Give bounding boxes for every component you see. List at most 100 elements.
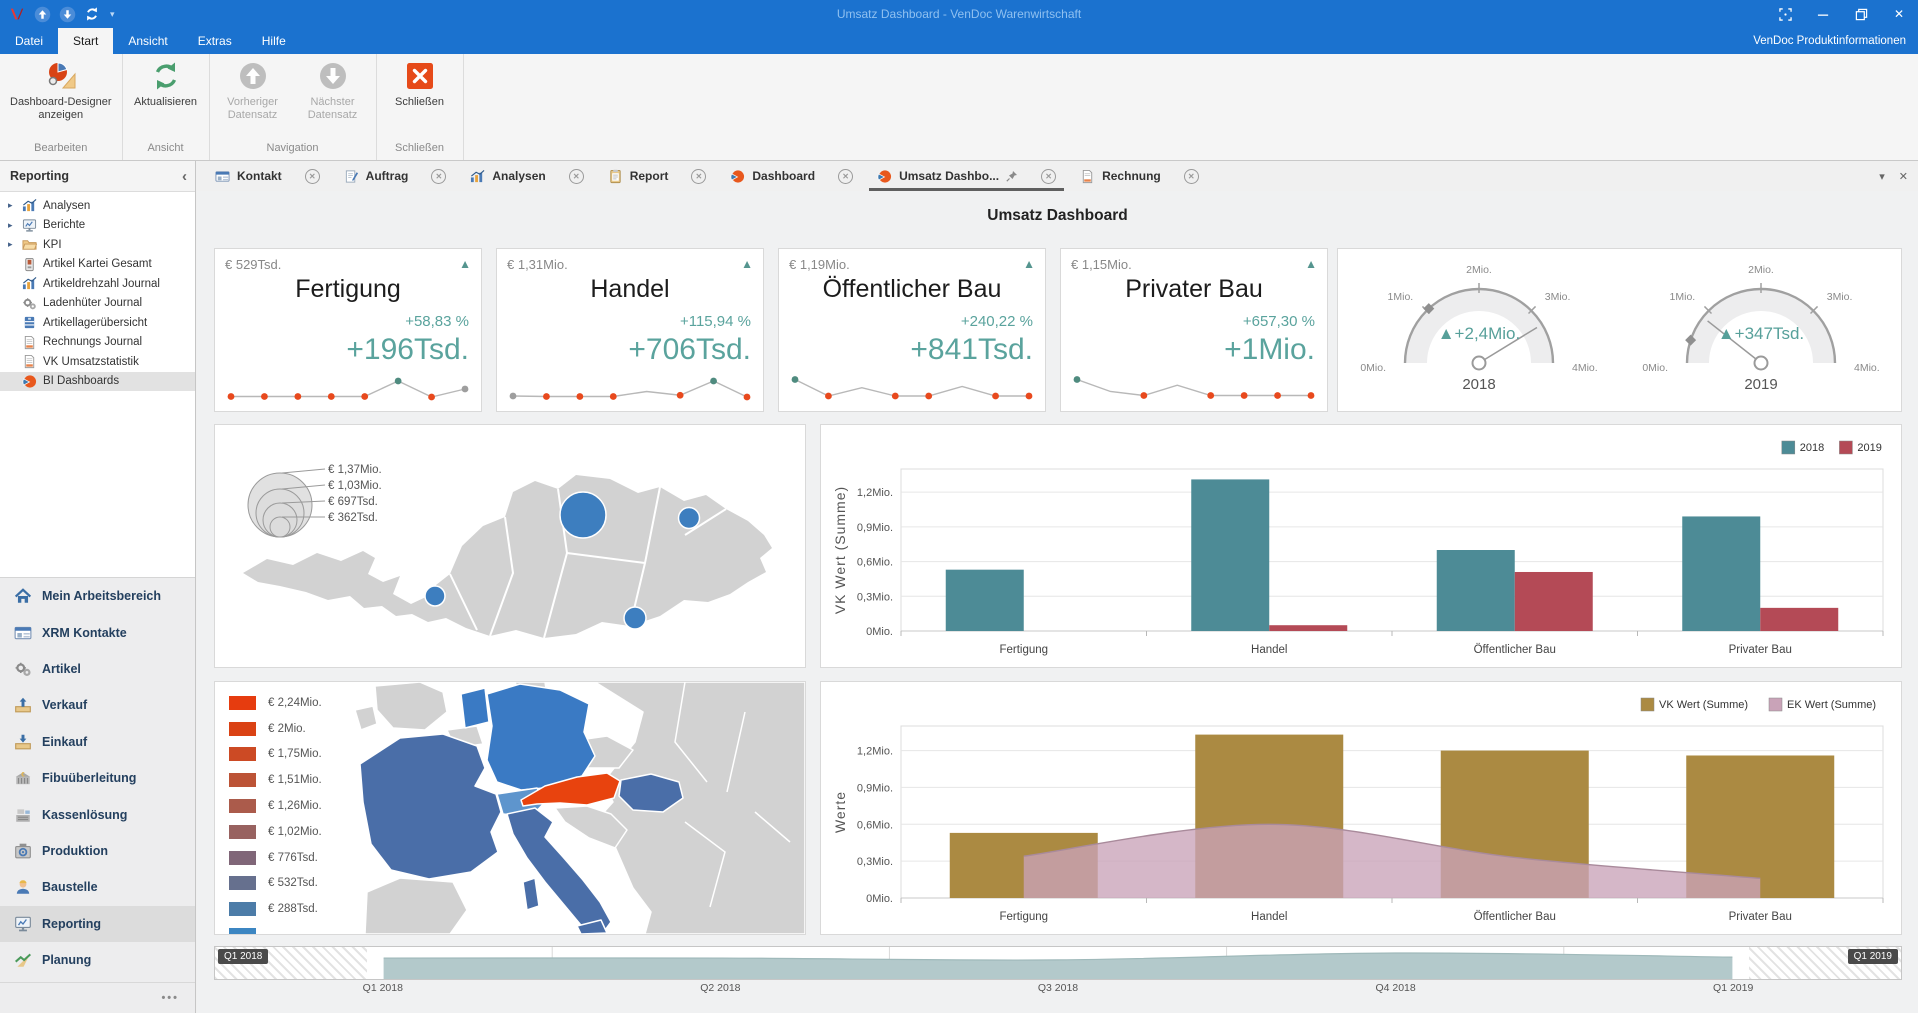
sidebar-item-planung[interactable]: Planung <box>0 942 195 978</box>
analyses-icon <box>22 198 37 213</box>
tree-item-kpi[interactable]: ▸KPI <box>0 235 195 255</box>
menu-item-ansicht[interactable]: Ansicht <box>113 28 182 54</box>
gears-icon <box>14 660 32 678</box>
sidebar-item-baustelle[interactable]: Baustelle <box>0 869 195 905</box>
legend-item: € 288Tsd. <box>229 896 322 922</box>
sidebar-item-label: Artikel <box>42 662 81 676</box>
menu-item-hilfe[interactable]: Hilfe <box>247 28 301 54</box>
svg-text:0,9Mio.: 0,9Mio. <box>857 782 893 794</box>
kpi-name: Handel <box>497 275 763 304</box>
sidebar-collapse-icon[interactable]: ‹ <box>182 168 187 185</box>
sidebar-item-kassenl-sung[interactable]: Kassenlösung <box>0 796 195 832</box>
sidebar-item-xrm-kontakte[interactable]: XRM Kontakte <box>0 614 195 650</box>
austria-map-card: € 1,37Mio.€ 1,03Mio.€ 697Tsd.€ 362Tsd. <box>214 424 806 668</box>
bubble-legend-label: € 1,37Mio. <box>328 464 382 476</box>
tab-close-icon[interactable]: ✕ <box>1184 169 1199 184</box>
tab-close-icon[interactable]: ✕ <box>1899 170 1908 183</box>
expand-arrow-icon[interactable]: ▸ <box>8 200 22 211</box>
pin-icon[interactable] <box>1006 170 1018 182</box>
tab-kontakt[interactable]: Kontakt✕ <box>203 161 332 191</box>
menu-item-datei[interactable]: Datei <box>0 28 58 54</box>
timeline-range-selector[interactable]: Q1 2018 Q1 2019 Q1 2018Q2 2018Q3 2018Q4 … <box>214 946 1902 996</box>
tab-label: Analysen <box>492 169 545 183</box>
map-bubble <box>425 586 445 606</box>
tree-item-vk-umsatzstatistik[interactable]: VK Umsatzstatistik <box>0 352 195 372</box>
svg-text:2018: 2018 <box>1800 442 1824 454</box>
sidebar-item-produktion[interactable]: Produktion <box>0 833 195 869</box>
tab-close-icon[interactable]: ✕ <box>691 169 706 184</box>
tree-item-ladenh-ter-journal[interactable]: Ladenhüter Journal <box>0 294 195 314</box>
tab-dashboard[interactable]: Dashboard✕ <box>718 161 865 191</box>
kpi-card-fertigung: € 529Tsd.▲Fertigung+58,83 %+196Tsd. <box>214 248 482 412</box>
tree-item-analysen[interactable]: ▸Analysen <box>0 196 195 216</box>
tree-item-artikellager-bersicht[interactable]: Artikellagerübersicht <box>0 313 195 333</box>
svg-text:Öffentlicher Bau: Öffentlicher Bau <box>1474 911 1556 923</box>
ribbon-button-designer[interactable]: Dashboard-Designer anzeigen <box>4 56 118 122</box>
gauge-chart: 0Mio.1Mio.2Mio.3Mio.4Mio.▲+2,4Mio.2018 <box>1350 259 1608 405</box>
restore-button[interactable] <box>1842 0 1880 28</box>
designer-icon <box>45 60 77 92</box>
stock-icon <box>22 315 37 330</box>
quick-access-refresh-button[interactable] <box>83 5 101 23</box>
pie-icon <box>730 169 745 184</box>
sidebar-overflow-button[interactable]: ••• <box>0 982 195 1013</box>
svg-text:0Mio.: 0Mio. <box>1642 362 1668 374</box>
sidebar-item-artikel[interactable]: Artikel <box>0 651 195 687</box>
tab-close-icon[interactable]: ✕ <box>431 169 446 184</box>
svg-text:1,2Mio.: 1,2Mio. <box>857 746 893 758</box>
tab-rechnung[interactable]: Rechnung✕ <box>1068 161 1211 191</box>
quick-access-dropdown-icon[interactable]: ▾ <box>110 9 115 20</box>
svg-text:€: € <box>21 772 25 779</box>
ribbon-button-prev-circle: Vorheriger Datensatz <box>214 56 292 122</box>
kpi-amount: € 1,19Mio. <box>789 257 850 272</box>
tab-close-icon[interactable]: ✕ <box>569 169 584 184</box>
contact-icon <box>215 169 230 184</box>
sidebar-item-label: Einkauf <box>42 735 87 749</box>
ribbon-button-close-red[interactable]: Schließen <box>381 56 459 109</box>
product-info-link[interactable]: VenDoc Produktinformationen <box>1753 28 1918 54</box>
minimize-button[interactable] <box>1804 0 1842 28</box>
bar-2018 <box>946 570 1024 631</box>
ribbon-button-label: Dashboard-Designer anzeigen <box>10 96 112 122</box>
ribbon-button-label: Nächster Datensatz <box>308 96 358 122</box>
ribbon-group-navigation: Vorheriger DatensatzNächster Datensatz N… <box>210 54 377 160</box>
timeline-start-badge[interactable]: Q1 2018 <box>218 949 268 964</box>
map-bubble <box>560 492 606 538</box>
tree-item-bi-dashboards[interactable]: BI Dashboards <box>0 372 195 392</box>
timeline-end-badge[interactable]: Q1 2019 <box>1848 949 1898 964</box>
expand-arrow-icon[interactable]: ▸ <box>8 239 22 250</box>
tree-item-rechnungs-journal[interactable]: Rechnungs Journal <box>0 333 195 353</box>
sidebar-item-reporting[interactable]: Reporting <box>0 906 195 942</box>
expand-arrow-icon[interactable]: ▸ <box>8 220 22 231</box>
tree-item-artikel-kartei-gesamt[interactable]: Artikel Kartei Gesamt <box>0 255 195 275</box>
doc-icon <box>22 354 37 369</box>
sidebar: Reporting ‹ ▸Analysen▸Berichte▸KPIArtike… <box>0 161 196 1013</box>
menu-item-extras[interactable]: Extras <box>183 28 247 54</box>
tab-report[interactable]: Report✕ <box>596 161 719 191</box>
tab-close-icon[interactable]: ✕ <box>1041 169 1056 184</box>
kpi-amount: € 529Tsd. <box>225 257 281 272</box>
quick-access-down-button[interactable] <box>58 5 76 23</box>
sidebar-item-einkauf[interactable]: Einkauf <box>0 724 195 760</box>
tree-item-berichte[interactable]: ▸Berichte <box>0 216 195 236</box>
ribbon-button-refresh-big[interactable]: Aktualisieren <box>127 56 205 109</box>
quick-access-up-button[interactable] <box>33 5 51 23</box>
sidebar-item-verkauf[interactable]: Verkauf <box>0 687 195 723</box>
doc-icon <box>22 335 37 350</box>
tab-list-dropdown-icon[interactable]: ▾ <box>1879 170 1885 183</box>
kpi-name: Privater Bau <box>1061 275 1327 304</box>
svg-text:Öffentlicher Bau: Öffentlicher Bau <box>1474 644 1556 656</box>
tab-analysen[interactable]: Analysen ✕ <box>458 161 595 191</box>
svg-text:0Mio.: 0Mio. <box>866 893 893 905</box>
menu-item-start[interactable]: Start <box>58 28 113 54</box>
tree-item-artikeldrehzahl-journal[interactable]: Artikeldrehzahl Journal <box>0 274 195 294</box>
sidebar-item-mein-arbeitsbereich[interactable]: Mein Arbeitsbereich <box>0 578 195 614</box>
svg-text:2Mio.: 2Mio. <box>1748 264 1774 276</box>
fullscreen-button[interactable] <box>1766 0 1804 28</box>
tab-close-icon[interactable]: ✕ <box>305 169 320 184</box>
sidebar-item-fibu-berleitung[interactable]: €Fibuüberleitung <box>0 760 195 796</box>
tab-auftrag[interactable]: Auftrag✕ <box>332 161 459 191</box>
tab-close-icon[interactable]: ✕ <box>838 169 853 184</box>
close-window-button[interactable]: ✕ <box>1880 0 1918 28</box>
tab-umsatz-dashbo-[interactable]: Umsatz Dashbo...✕ <box>865 161 1068 191</box>
